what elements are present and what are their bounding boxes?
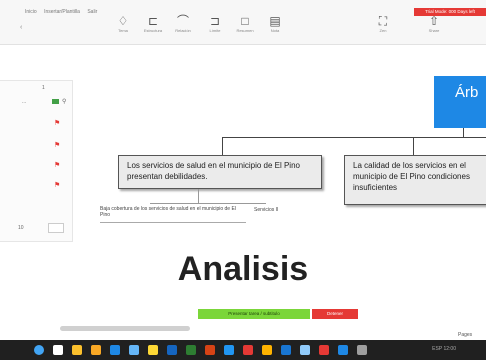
- connector-line: [222, 137, 223, 155]
- chrome-icon[interactable]: [72, 345, 82, 355]
- ppt-icon[interactable]: [205, 345, 215, 355]
- toolbar-zen-button[interactable]: ⛶ Zen: [370, 14, 396, 42]
- stop-button[interactable]: Detener: [312, 309, 358, 319]
- toolbar-note-button[interactable]: ▤ Nota: [262, 14, 288, 42]
- outline-row[interactable]: ⚑: [0, 161, 72, 173]
- flag-icon: ⚑: [54, 120, 61, 127]
- store-icon[interactable]: [129, 345, 139, 355]
- word-icon[interactable]: [167, 345, 177, 355]
- files-icon[interactable]: [262, 345, 272, 355]
- outline-row[interactable]: ⚑: [0, 181, 72, 193]
- search-icon[interactable]: [53, 345, 63, 355]
- subtopic-left[interactable]: Baja cobertura de los servicios de salud…: [100, 206, 246, 218]
- flag-icon: ⚑: [54, 182, 61, 189]
- presentation-bar[interactable]: Presentar tarea / subtitulo: [198, 309, 310, 319]
- menu-tab-insertar[interactable]: Insertar/Plantilla: [44, 9, 80, 15]
- connector-line: [198, 189, 199, 203]
- zoom-icon[interactable]: [224, 345, 234, 355]
- summary-icon: □: [241, 14, 249, 28]
- fullscreen-icon: ⛶: [378, 14, 388, 28]
- root-topic[interactable]: Árb: [434, 76, 486, 128]
- top-toolbar: Inicio Insertar/Plantilla Salir Trial Mo…: [0, 0, 486, 45]
- outline-row-number: 1: [42, 85, 45, 91]
- menu-tabs: Inicio Insertar/Plantilla Salir: [25, 9, 103, 15]
- red-app-icon[interactable]: [319, 345, 329, 355]
- toolbar-summary-button[interactable]: □ Resumen: [232, 14, 258, 42]
- mail-icon[interactable]: [110, 345, 120, 355]
- connector-line: [150, 203, 198, 204]
- slide-title: Analisis: [177, 250, 309, 288]
- gray-app-icon[interactable]: [357, 345, 367, 355]
- toolbar-boundary-button[interactable]: ⊐ Límite: [202, 14, 228, 42]
- photos-icon[interactable]: [300, 345, 310, 355]
- flag-icon: ⚑: [54, 162, 61, 169]
- menu-tab-inicio[interactable]: Inicio: [25, 9, 37, 15]
- outline-row[interactable]: 1: [0, 85, 72, 97]
- excel-icon[interactable]: [186, 345, 196, 355]
- system-tray[interactable]: ESP 12:00: [432, 346, 456, 352]
- flag-icon: ⚑: [54, 142, 61, 149]
- outline-row-label: ...: [22, 99, 27, 105]
- toolbar-structure-button[interactable]: ⊏ Estructura: [140, 14, 166, 42]
- taskbar: ESP 12:00: [0, 340, 486, 360]
- palette-icon: ♢: [117, 14, 129, 28]
- toolbar-share-button[interactable]: ⇧ Share: [421, 14, 447, 42]
- blue-app-icon[interactable]: [338, 345, 348, 355]
- outline-row[interactable]: ... ⚲: [0, 99, 72, 111]
- outline-footer: 10: [18, 225, 24, 231]
- outline-row[interactable]: ⚑: [0, 119, 72, 131]
- app-icon[interactable]: [148, 345, 158, 355]
- folder-icon[interactable]: [91, 345, 101, 355]
- toolbar-relationship-button[interactable]: ⌒ Relación: [170, 14, 196, 42]
- left-outline-panel: 1 ... ⚲ ⚑ ⚑ ⚑ ⚑ 10: [0, 80, 73, 242]
- toolbar-caret-icon[interactable]: ‹: [20, 24, 22, 31]
- green-badge-icon: [52, 99, 59, 104]
- mindmap-icon[interactable]: [243, 345, 253, 355]
- user-icon: ⚲: [62, 99, 67, 105]
- outline-input[interactable]: [48, 223, 64, 233]
- connector-line: [222, 137, 486, 138]
- share-icon: ⇧: [428, 14, 440, 28]
- subtopic-right[interactable]: Servicios II: [254, 207, 278, 213]
- start-icon[interactable]: [34, 345, 44, 355]
- relationship-icon: ⌒: [176, 14, 189, 28]
- edge-icon[interactable]: [281, 345, 291, 355]
- topic-node-right[interactable]: La calidad de los servicios en el munici…: [344, 155, 486, 205]
- subtopic-underline: [100, 222, 246, 223]
- toolbar-theme-button[interactable]: ♢ Tema: [110, 14, 136, 42]
- page-label: Pages: [458, 332, 473, 338]
- horizontal-scrollbar[interactable]: [60, 326, 190, 331]
- outline-row[interactable]: ⚑: [0, 141, 72, 153]
- note-icon: ▤: [269, 14, 281, 28]
- connector-line: [413, 137, 414, 155]
- boundary-icon: ⊐: [209, 14, 221, 28]
- menu-tab-salir[interactable]: Salir: [87, 9, 97, 15]
- structure-icon: ⊏: [147, 14, 159, 28]
- topic-node-left[interactable]: Los servicios de salud en el municipio d…: [118, 155, 322, 189]
- connector-line: [198, 203, 266, 204]
